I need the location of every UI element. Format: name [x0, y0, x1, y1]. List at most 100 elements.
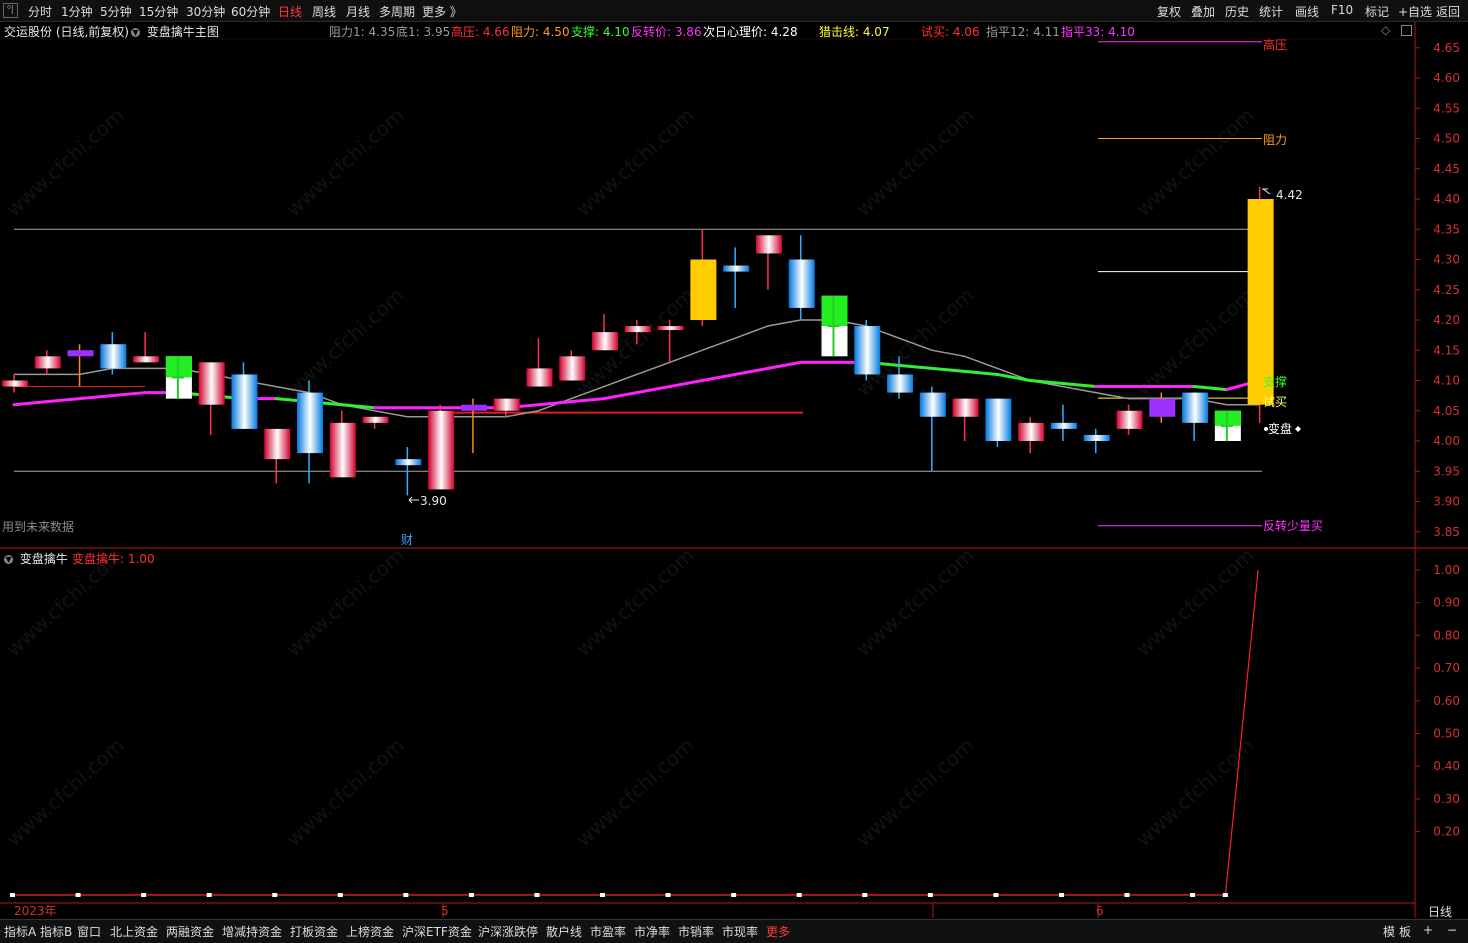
period-tab-1[interactable]: 1分钟 [61, 3, 93, 20]
period-tab-0[interactable]: 分时 [28, 3, 52, 20]
main-chart-header: 交运股份 (日线,前复权) ▾ 变盘擒牛主图 阻力1: 4.35 底1: 3.95… [0, 22, 1415, 40]
candle-body [198, 362, 225, 405]
maximize-icon[interactable] [1401, 25, 1412, 36]
period-tab-7[interactable]: 周线 [312, 3, 336, 20]
bottom-tab-5[interactable]: 增减持资金 [222, 923, 282, 940]
indicator-dot [534, 893, 540, 897]
candle [460, 398, 487, 454]
resistance-label: 阻力 [1263, 133, 1287, 147]
period-tab-4[interactable]: 30分钟 [186, 3, 225, 20]
bottom-tab-9[interactable]: 沪深涨跌停 [478, 923, 538, 940]
stat-2: 高压: 4.66 [451, 25, 510, 39]
period-tab-2[interactable]: 5分钟 [100, 3, 132, 20]
toolbar-btn-0[interactable]: 复权 [1157, 3, 1181, 20]
period-tab-6[interactable]: 日线 [278, 3, 302, 20]
watermark: www.cfchi.com [851, 282, 979, 402]
toolbar-btn-5[interactable]: F10 [1331, 3, 1353, 17]
bottom-tab-14[interactable]: 市现率 [722, 923, 758, 940]
indicator-selector[interactable]: ▾ 变盘擒牛主图 [131, 23, 219, 40]
change-dot [1264, 427, 1268, 431]
ma-main-segment [930, 366, 967, 373]
chevron-down-icon[interactable]: ▾ [4, 553, 13, 565]
period-tab-3[interactable]: 15分钟 [139, 3, 178, 20]
bottom-tab-15[interactable]: 更多 [766, 923, 790, 940]
ma-main-segment [78, 394, 114, 401]
period-tab-10[interactable]: 更多 》 [422, 3, 462, 20]
watermark: www.cfchi.com [851, 732, 979, 852]
watermark: www.cfchi.com [571, 282, 699, 402]
candle [657, 320, 684, 363]
toolbar-btn-3[interactable]: 统计 [1259, 3, 1283, 20]
ma-main-segment [668, 379, 704, 389]
chevron-down-icon[interactable]: ▾ [131, 26, 140, 38]
period-tab-9[interactable]: 多周期 [379, 3, 415, 20]
sub-indicator-selector[interactable]: ▾ 变盘擒牛 [4, 550, 68, 567]
kline-chart[interactable]: 用到未来数据财4.423.90阻力高压支撑试买变盘反转少量买 4.654.604… [0, 0, 1468, 942]
date-label: 6 [1096, 904, 1104, 918]
bottom-tab-0[interactable]: 指标A [4, 923, 36, 940]
stat-0: 阻力1: 4.35 [329, 25, 396, 39]
y-tick-label: 4.65 [1433, 41, 1460, 55]
ind-y-tick-label: 0.80 [1433, 628, 1460, 642]
sub-indicator-value: 变盘擒牛: 1.00 [72, 552, 155, 566]
watermark: www.cfchi.com [281, 282, 409, 402]
toolbar-btn-4[interactable]: 画线 [1295, 3, 1319, 20]
toolbar-btn-2[interactable]: 历史 [1225, 3, 1249, 20]
indicator-dot [1222, 893, 1228, 897]
ma-main-segment [12, 400, 49, 407]
watermark: www.cfchi.com [1131, 282, 1259, 402]
bottom-right-btn-1[interactable]: 板 [1399, 923, 1411, 940]
bottom-tab-13[interactable]: 市销率 [678, 923, 714, 940]
toolbar-btn-7[interactable]: +自选 [1398, 3, 1432, 20]
candle [559, 350, 586, 381]
candle-body [133, 356, 160, 363]
indicator-dot [993, 893, 999, 897]
candle-body [690, 259, 717, 320]
bottom-tab-12[interactable]: 市净率 [634, 923, 670, 940]
candle-body [1083, 434, 1110, 441]
support-label: 支撑 [1263, 374, 1287, 389]
ma-main-segment [45, 397, 82, 404]
ind-y-tick-label: 0.60 [1433, 694, 1460, 708]
bottom-tab-8[interactable]: 沪深ETF资金 [402, 923, 472, 940]
bottom-tab-7[interactable]: 上榜资金 [346, 923, 394, 940]
y-tick-label: 4.60 [1433, 71, 1460, 85]
stat-7: 猎击线: 4.07 [819, 25, 890, 39]
bottom-tab-6[interactable]: 打板资金 [290, 923, 338, 940]
period-tab-8[interactable]: 月线 [346, 3, 370, 20]
bottom-tab-10[interactable]: 散户线 [546, 923, 582, 940]
bottom-tab-11[interactable]: 市盈率 [590, 923, 626, 940]
diamond-icon[interactable]: ◇ [1381, 23, 1390, 37]
y-tick-label: 4.55 [1433, 101, 1460, 115]
ma-main-segment [700, 372, 737, 382]
bottom-tab-2[interactable]: 窗口 [77, 923, 101, 940]
ma-main-segment [1225, 379, 1262, 392]
collapse-icon[interactable]: ⁰| [3, 3, 18, 18]
watermark: www.cfchi.com [1131, 732, 1259, 852]
candle-body [329, 422, 356, 478]
candle [526, 338, 553, 387]
period-tab-5[interactable]: 60分钟 [231, 3, 270, 20]
indicator-header: ▾ 变盘擒牛 变盘擒牛: 1.00 [0, 549, 1415, 567]
bottom-right-btn-0[interactable]: 模 [1383, 923, 1395, 940]
candle-body [1018, 422, 1045, 441]
candle [264, 428, 291, 484]
bottom-tab-1[interactable]: 指标B [40, 923, 72, 940]
bottom-tab-3[interactable]: 北上资金 [110, 923, 158, 940]
ma-main-segment [766, 360, 803, 370]
candle [723, 247, 750, 308]
ma-main-segment [995, 372, 1032, 382]
bottom-right-btn-2[interactable]: + [1423, 923, 1433, 937]
indicator-dot [665, 893, 671, 897]
toolbar-btn-8[interactable]: 返回 [1436, 3, 1460, 20]
bottom-right-btn-3[interactable]: − [1447, 923, 1457, 937]
toolbar-btn-6[interactable]: 标记 [1365, 3, 1389, 20]
candle [428, 404, 455, 490]
bottom-tab-4[interactable]: 两融资金 [166, 923, 214, 940]
candle-body [34, 356, 61, 369]
candle-body [985, 398, 1012, 441]
y-tick-label: 4.50 [1433, 132, 1460, 146]
toolbar-btn-1[interactable]: 叠加 [1191, 3, 1215, 20]
period-label: 日线 [1428, 905, 1452, 919]
low-arrow [408, 496, 419, 504]
